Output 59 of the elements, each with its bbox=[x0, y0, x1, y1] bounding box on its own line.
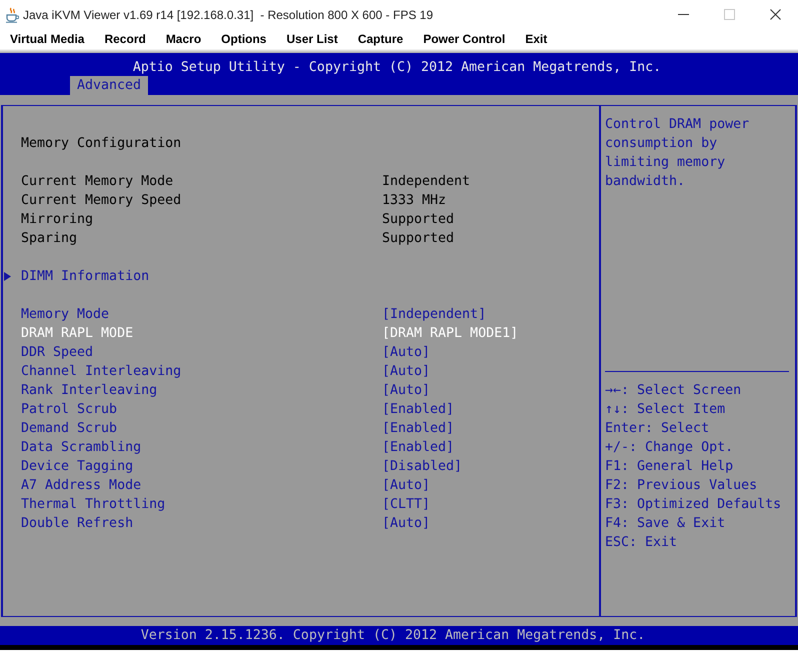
setting-value[interactable]: [Enabled] bbox=[382, 400, 454, 419]
menu-item[interactable]: User List bbox=[276, 29, 348, 49]
setting-value[interactable]: [Auto] bbox=[382, 381, 430, 400]
info-value: 1333 MHz bbox=[382, 192, 446, 210]
setting-label[interactable]: Double Refresh bbox=[21, 514, 134, 533]
bios-title: Aptio Setup Utility - Copyright (C) 2012 American Megatrends, Inc. bbox=[132, 59, 662, 76]
submenu-item[interactable]: DIMM Information bbox=[21, 267, 150, 286]
window-title: Java iKVM Viewer v1.69 r14 [192.168.0.31] - Resolution 800 X 600 - FPS 19 bbox=[23, 8, 434, 22]
key-hint: ESC: Exit bbox=[605, 534, 678, 552]
menu-item[interactable]: Exit bbox=[515, 29, 558, 49]
setting-label[interactable]: Data Scrambling bbox=[21, 438, 142, 457]
info-value: Independent bbox=[382, 173, 470, 191]
setting-label[interactable]: DRAM RAPL MODE bbox=[21, 324, 134, 343]
setting-label[interactable]: Demand Scrub bbox=[21, 419, 118, 438]
info-label: Mirroring bbox=[21, 211, 94, 229]
key-hint: →←: Select Screen bbox=[605, 382, 742, 400]
setting-value[interactable]: [Auto] bbox=[382, 362, 430, 381]
menu-item[interactable]: Capture bbox=[348, 29, 414, 49]
menu-item[interactable]: Power Control bbox=[413, 29, 516, 49]
key-hint: F3: Optimized Defaults bbox=[605, 496, 782, 514]
setting-value[interactable]: [Enabled] bbox=[382, 438, 454, 457]
menu-item[interactable]: Virtual Media bbox=[0, 29, 94, 49]
minimize-icon[interactable] bbox=[678, 14, 688, 15]
info-value: Supported bbox=[382, 230, 454, 248]
info-label: Current Memory Speed bbox=[21, 192, 182, 210]
info-value: Supported bbox=[382, 211, 454, 229]
setting-label[interactable]: Device Tagging bbox=[21, 457, 134, 476]
setting-value[interactable]: [CLTT] bbox=[382, 495, 430, 514]
setting-value[interactable]: [Disabled] bbox=[382, 457, 462, 476]
setting-value[interactable]: [DRAM RAPL MODE1] bbox=[382, 324, 518, 343]
setting-value[interactable]: [Independent] bbox=[382, 305, 486, 324]
key-hint: +/-: Change Opt. bbox=[605, 439, 734, 457]
menu-item[interactable]: Macro bbox=[156, 29, 212, 49]
section-heading: Memory Configuration bbox=[21, 135, 182, 153]
key-hint: F1: General Help bbox=[605, 458, 734, 476]
setting-label[interactable]: Rank Interleaving bbox=[21, 381, 158, 400]
setting-label[interactable]: A7 Address Mode bbox=[21, 476, 142, 495]
close-icon[interactable] bbox=[770, 9, 780, 20]
info-label: Current Memory Mode bbox=[21, 173, 174, 191]
coffee-cup-icon bbox=[5, 6, 19, 22]
info-label: Sparing bbox=[21, 230, 78, 248]
setting-value[interactable]: [Auto] bbox=[382, 476, 430, 495]
key-hint: F4: Save & Exit bbox=[605, 515, 726, 533]
copyright-text: Version 2.15.1236. Copyright (C) 2012 American Megatrends, Inc. bbox=[140, 627, 646, 645]
setting-value[interactable]: [Auto] bbox=[382, 514, 430, 533]
setting-label[interactable]: Thermal Throttling bbox=[21, 495, 166, 514]
key-hint: ↑↓: Select Item bbox=[605, 401, 726, 419]
key-hint: F2: Previous Values bbox=[605, 477, 758, 495]
menu-item[interactable]: Options bbox=[211, 29, 276, 49]
setting-value[interactable]: [Enabled] bbox=[382, 419, 454, 438]
setting-label[interactable]: DDR Speed bbox=[21, 343, 94, 362]
help-description: Control DRAM power consumption by limiting memory bandwidth. bbox=[605, 116, 750, 191]
tab[interactable]: Advanced bbox=[70, 76, 148, 95]
setting-label[interactable]: Patrol Scrub bbox=[21, 400, 118, 419]
setting-label[interactable]: Channel Interleaving bbox=[21, 362, 182, 381]
setting-label[interactable]: Memory Mode bbox=[21, 305, 110, 324]
menu-item[interactable]: Record bbox=[94, 29, 156, 49]
setting-value[interactable]: [Auto] bbox=[382, 343, 430, 362]
key-hint: Enter: Select bbox=[605, 420, 710, 438]
